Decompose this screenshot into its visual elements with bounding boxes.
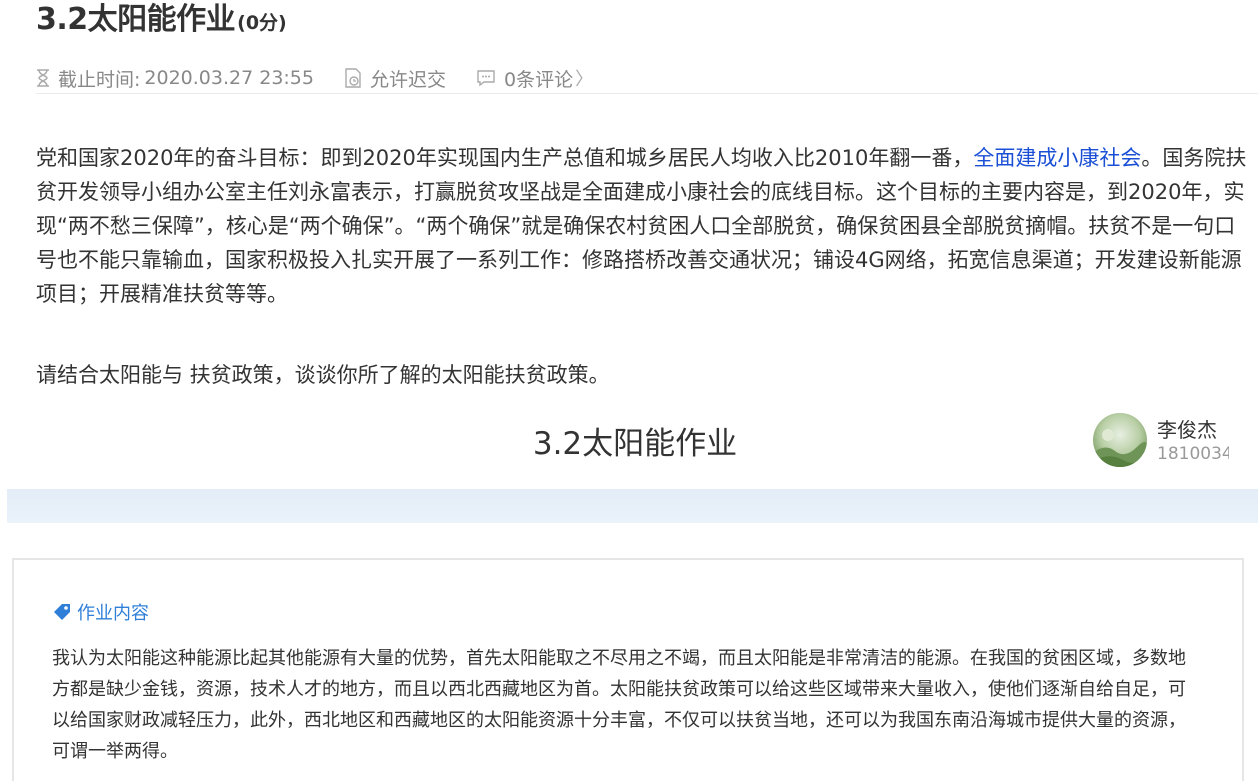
content-label-text: 作业内容	[77, 603, 149, 624]
description-text-1: 党和国家2020年的奋斗目标：即到2020年实现国内生产总值和城乡居民人均收入比…	[36, 146, 974, 170]
assignment-title: 3.2太阳能作业	[36, 2, 236, 37]
comments-link[interactable]: 0条评论 〉	[476, 65, 593, 92]
assignment-description: 党和国家2020年的奋斗目标：即到2020年实现国内生产总值和城乡居民人均收入比…	[36, 141, 1251, 311]
late-label: 允许迟交	[370, 68, 447, 91]
section-divider	[7, 489, 1258, 523]
avatar-image	[1093, 413, 1147, 467]
assignment-header: 3.2太阳能作业 (0分)	[36, 0, 287, 38]
author-id: 1810034	[1157, 444, 1229, 464]
content-label: 作业内容	[52, 599, 149, 625]
deadline-label: 截止时间:	[58, 68, 141, 91]
document-clock-icon	[345, 68, 361, 88]
xiaokang-link[interactable]: 全面建成小康社会	[973, 146, 1141, 170]
deadline: 截止时间: 2020.03.27 23:55	[36, 65, 314, 92]
comments-label[interactable]: 0条评论	[504, 65, 573, 92]
submission-title: 3.2太阳能作业	[532, 426, 738, 462]
comment-icon	[477, 70, 495, 87]
deadline-value: 2020.03.27 23:55	[144, 67, 314, 89]
hourglass-icon	[37, 69, 49, 87]
assignment-meta: 截止时间: 2020.03.27 23:55 允许迟交 0条评论 〉	[36, 63, 1258, 94]
chevron-right-icon[interactable]: 〉	[575, 65, 593, 91]
tag-icon	[54, 604, 70, 620]
avatar[interactable]	[1093, 413, 1147, 467]
assignment-score: (0分)	[237, 12, 287, 34]
author-name: 李俊杰	[1157, 418, 1217, 442]
assignment-question: 请结合太阳能与 扶贫政策，谈谈你所了解的太阳能扶贫政策。	[36, 363, 610, 387]
submission-content-text: 我认为太阳能这种能源比起其他能源有大量的优势，首先太阳能取之不尽用之不竭，而且太…	[52, 648, 1186, 762]
description-text-2: 。国务院扶贫开发领导小组办公室主任刘永富表示，打赢脱贫攻坚战是全面建成小康社会的…	[36, 146, 1247, 306]
late-submission: 允许迟交	[344, 65, 446, 92]
homework-page: 3.2太阳能作业 (0分) 截止时间: 2020.03.27 23:55 允许迟…	[0, 0, 1258, 781]
